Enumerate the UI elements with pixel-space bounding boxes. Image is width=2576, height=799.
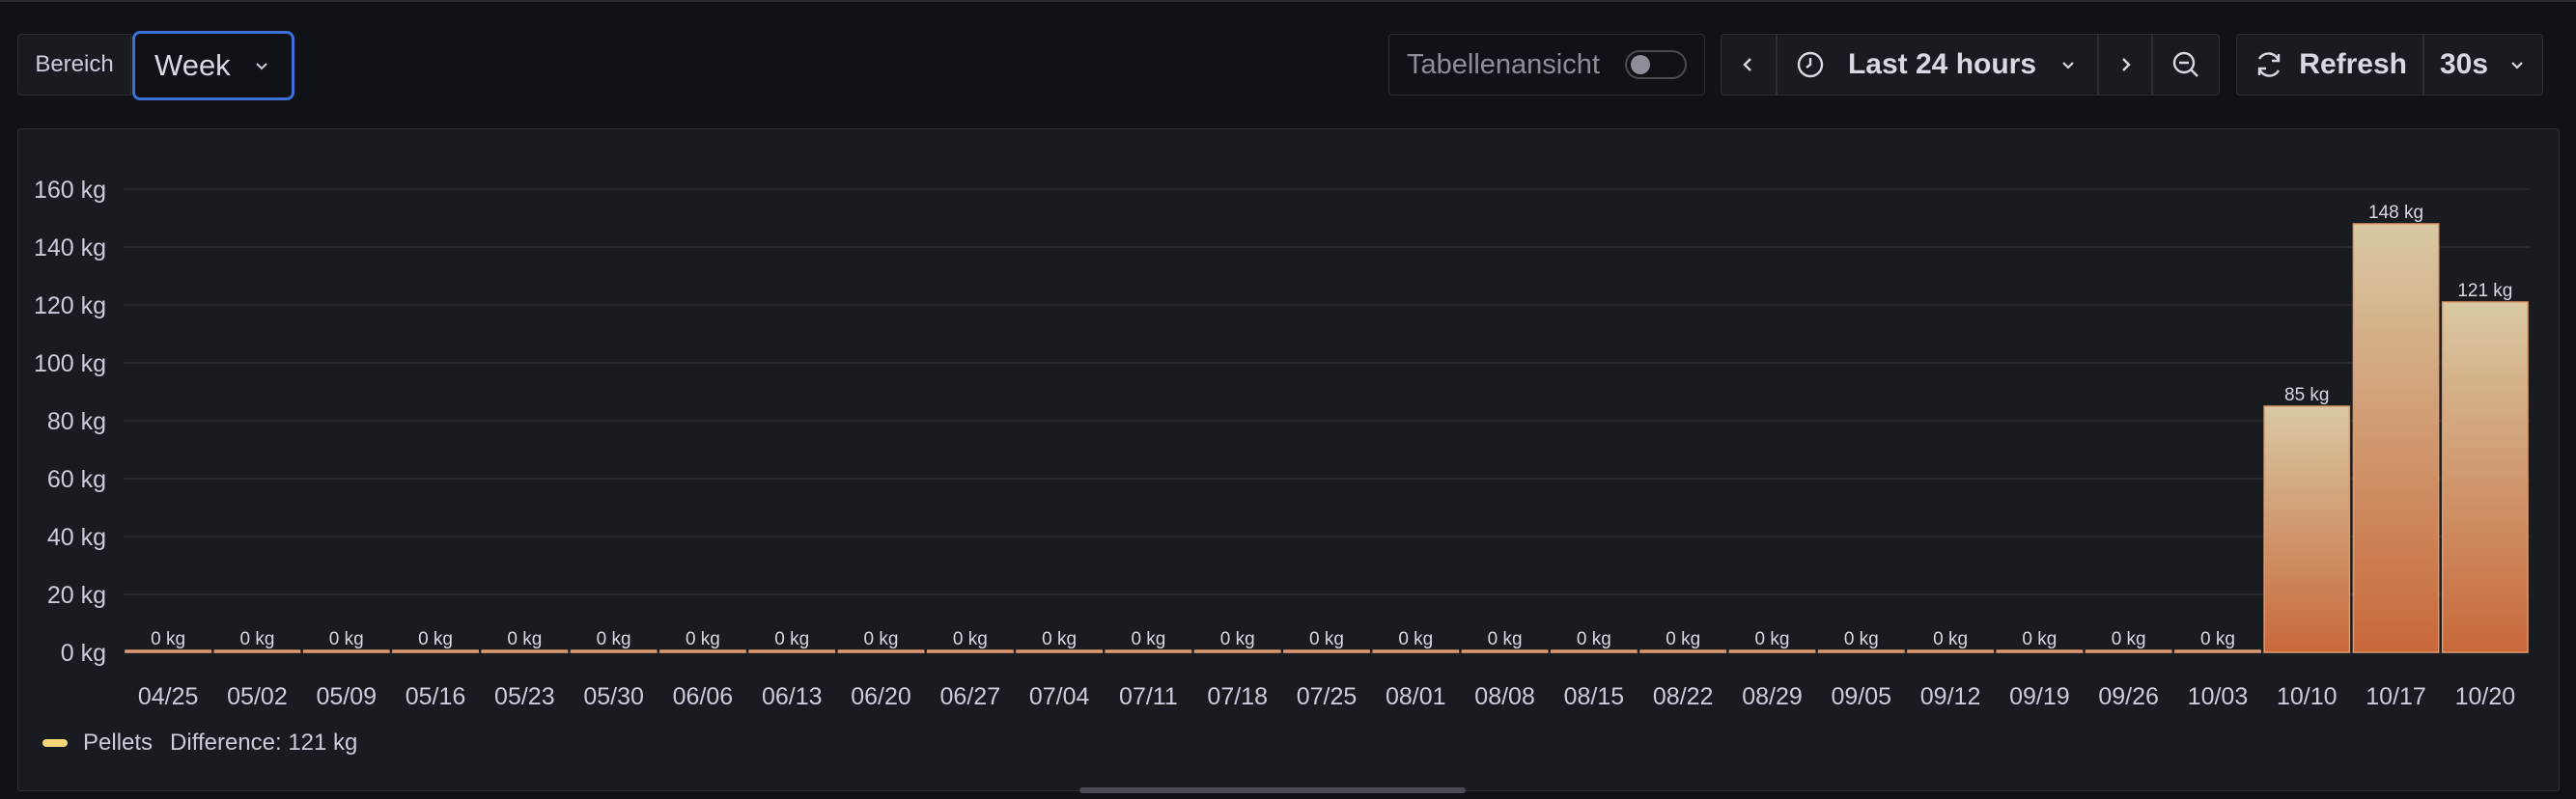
x-tick-label: 04/25 [138, 683, 199, 710]
data-label: 0 kg [418, 629, 453, 649]
y-tick-label: 100 kg [34, 350, 106, 377]
data-label: 0 kg [2200, 629, 2235, 649]
x-tick-label: 10/03 [2188, 683, 2249, 710]
bar[interactable] [1728, 649, 1816, 653]
legend-series-name: Pellets [83, 730, 154, 756]
data-label: 0 kg [1844, 629, 1879, 649]
bar[interactable] [125, 649, 212, 653]
x-tick-label: 09/12 [1920, 683, 1981, 710]
x-tick-label: 09/19 [2009, 683, 2070, 710]
data-label: 0 kg [151, 629, 185, 649]
x-tick-label: 10/10 [2277, 683, 2338, 710]
data-label: 0 kg [1131, 629, 1165, 649]
data-label: 0 kg [1220, 629, 1255, 649]
bar[interactable] [213, 649, 301, 653]
bar[interactable] [302, 649, 390, 653]
data-label: 121 kg [2457, 281, 2512, 301]
x-tick-label: 06/20 [851, 683, 911, 710]
x-tick-label: 10/20 [2455, 683, 2516, 710]
data-label: 0 kg [1042, 629, 1077, 649]
legend-calc: Difference: 121 kg [170, 730, 358, 756]
bar[interactable] [1550, 649, 1638, 653]
bar[interactable] [2085, 649, 2172, 653]
x-tick-label: 09/26 [2098, 683, 2159, 710]
x-tick-label: 06/06 [673, 683, 734, 710]
x-tick-label: 08/15 [1564, 683, 1625, 710]
data-label: 0 kg [1933, 629, 1968, 649]
y-tick-label: 120 kg [34, 292, 106, 319]
bar[interactable] [748, 649, 836, 653]
data-label: 0 kg [1309, 629, 1344, 649]
data-label: 0 kg [1755, 629, 1790, 649]
x-tick-label: 05/02 [227, 683, 288, 710]
data-label: 85 kg [2284, 385, 2329, 405]
y-tick-label: 140 kg [34, 234, 106, 262]
data-label: 0 kg [953, 629, 988, 649]
bar[interactable] [1016, 649, 1104, 653]
bar[interactable] [2352, 223, 2440, 653]
y-tick-label: 20 kg [47, 582, 106, 609]
data-label: 0 kg [507, 629, 542, 649]
y-tick-label: 0 kg [61, 640, 106, 667]
bar[interactable] [1461, 649, 1549, 653]
data-label: 0 kg [2112, 629, 2146, 649]
bar[interactable] [1817, 649, 1905, 653]
x-tick-label: 08/22 [1653, 683, 1714, 710]
bar[interactable] [1372, 649, 1460, 653]
bar[interactable] [570, 649, 658, 653]
x-tick-label: 07/11 [1119, 683, 1178, 710]
x-tick-label: 05/16 [406, 683, 466, 710]
bar[interactable] [659, 649, 746, 653]
x-tick-label: 10/17 [2366, 683, 2426, 710]
data-label: 0 kg [1398, 629, 1433, 649]
bar[interactable] [1105, 649, 1192, 653]
bar[interactable] [1193, 649, 1281, 653]
x-tick-label: 06/13 [762, 683, 823, 710]
legend-swatch [42, 739, 68, 747]
y-tick-label: 160 kg [34, 177, 106, 204]
data-label: 0 kg [864, 629, 899, 649]
data-label: 0 kg [774, 629, 809, 649]
x-tick-label: 07/18 [1207, 683, 1268, 710]
bar[interactable] [481, 649, 569, 653]
bar[interactable] [1283, 649, 1370, 653]
x-tick-label: 05/09 [316, 683, 377, 710]
x-tick-label: 08/29 [1742, 683, 1803, 710]
bar[interactable] [926, 649, 1014, 653]
bar[interactable] [392, 649, 479, 653]
bar[interactable] [837, 649, 925, 653]
data-label: 0 kg [1577, 629, 1611, 649]
bar[interactable] [2441, 301, 2529, 653]
data-label: 0 kg [1666, 629, 1700, 649]
x-tick-label: 07/25 [1297, 683, 1358, 710]
bar-chart: 0 kg 20 kg 40 kg 60 kg 80 kg 100 kg 120 kg 140 … [34, 177, 2530, 710]
data-label: 0 kg [686, 629, 720, 649]
bar[interactable] [1907, 649, 1994, 653]
chart-legend[interactable]: Pellets Difference: 121 kg [42, 730, 357, 757]
y-tick-label: 40 kg [47, 524, 106, 551]
data-label: 0 kg [1488, 629, 1523, 649]
data-label: 0 kg [597, 629, 631, 649]
y-tick-label: 80 kg [47, 408, 106, 435]
y-tick-label: 60 kg [47, 466, 106, 493]
bar[interactable] [1639, 649, 1727, 653]
x-tick-label: 09/05 [1831, 683, 1891, 710]
data-label: 0 kg [2022, 629, 2057, 649]
x-tick-label: 08/01 [1386, 683, 1446, 710]
x-tick-label: 06/27 [940, 683, 1001, 710]
data-label: 148 kg [2368, 203, 2423, 223]
x-tick-label: 07/04 [1029, 683, 1090, 710]
horizontal-scrollbar[interactable] [1079, 787, 1466, 793]
data-label: 0 kg [329, 629, 364, 649]
bar[interactable] [1996, 649, 2084, 653]
data-label: 0 kg [239, 629, 274, 649]
bar[interactable] [2174, 649, 2261, 653]
x-tick-label: 08/08 [1474, 683, 1535, 710]
bar[interactable] [2263, 405, 2351, 653]
x-tick-label: 05/23 [494, 683, 555, 710]
x-tick-label: 05/30 [583, 683, 644, 710]
